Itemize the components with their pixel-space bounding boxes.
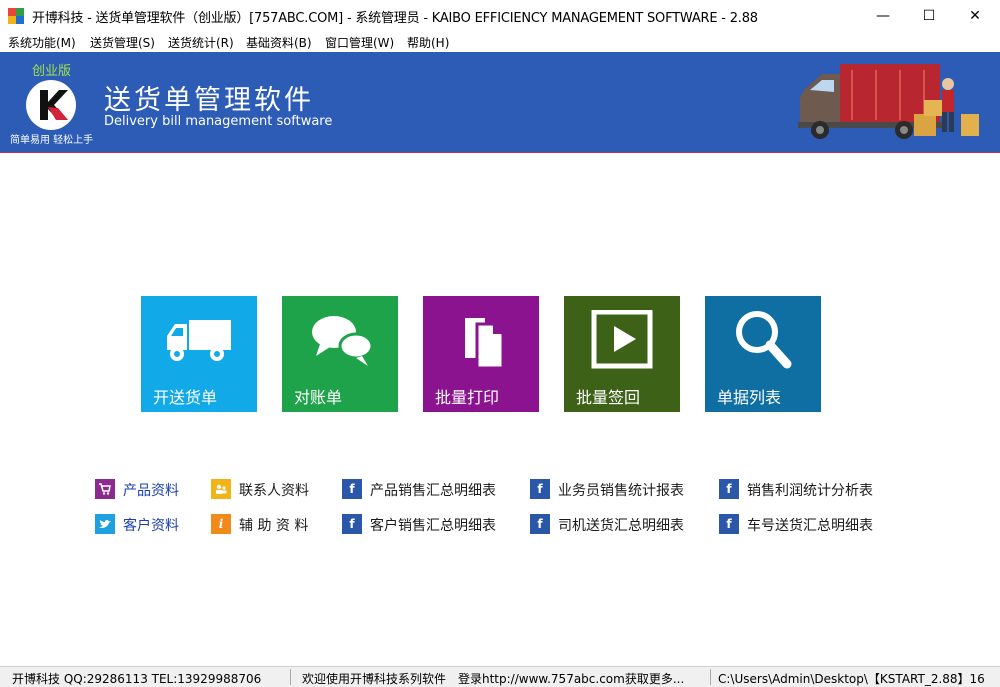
delivery-truck-illustration — [798, 64, 979, 139]
link-label: 客户资料 — [123, 518, 179, 534]
link-label: 产品销售汇总明细表 — [370, 483, 496, 499]
link-product-info[interactable]: 产品资料 — [95, 479, 195, 499]
facebook-icon: f — [342, 479, 362, 499]
header-banner: 创业版 简单易用 轻松上手 送货单管理软件 Delivery bill mana… — [0, 52, 1000, 153]
facebook-icon: f — [719, 514, 739, 534]
twitter-icon — [95, 514, 115, 534]
link-driver-delivery-summary[interactable]: f 司机送货汇总明细表 — [530, 514, 700, 534]
minimize-button[interactable]: — — [860, 0, 906, 31]
close-button[interactable]: ✕ — [952, 0, 998, 31]
status-welcome: 欢迎使用开博科技系列软件 — [302, 672, 447, 686]
link-label: 司机送货汇总明细表 — [558, 518, 684, 534]
menu-basic-data[interactable]: 基础资料(B) — [246, 34, 312, 51]
menu-bar: 系统功能(M) 送货管理(S) 送货统计(R) 基础资料(B) 窗口管理(W) … — [0, 31, 1000, 52]
menu-help[interactable]: 帮助(H) — [407, 34, 449, 51]
tile-batch-print[interactable]: 批量打印 — [423, 296, 539, 412]
slogan: 简单易用 轻松上手 — [10, 135, 94, 146]
banner-title: 送货单管理软件 — [104, 85, 314, 116]
status-divider — [290, 669, 291, 685]
link-vehicle-delivery-summary[interactable]: f 车号送货汇总明细表 — [719, 514, 889, 534]
link-label: 产品资料 — [123, 483, 179, 499]
tile-label: 批量签回 — [576, 388, 641, 407]
tile-label: 批量打印 — [435, 388, 500, 407]
link-product-sales-summary[interactable]: f 产品销售汇总明细表 — [342, 479, 512, 499]
facebook-icon: f — [342, 514, 362, 534]
title-bar: 开博科技 - 送货单管理软件（创业版）[757ABC.COM] - 系统管理员 … — [0, 0, 1000, 31]
menu-system[interactable]: 系统功能(M) — [8, 34, 76, 51]
status-login: 登录http://www.757abc.com获取更多... — [458, 672, 685, 686]
tile-document-list[interactable]: 单据列表 — [705, 296, 821, 412]
window-title: 开博科技 - 送货单管理软件（创业版）[757ABC.COM] - 系统管理员 … — [32, 11, 758, 26]
search-icon — [736, 311, 792, 369]
link-customer-info[interactable]: 客户资料 — [95, 514, 195, 534]
link-auxiliary-data[interactable]: i 辅 助 资 料 — [211, 514, 321, 534]
brand-logo — [26, 80, 76, 130]
app-icon — [8, 8, 24, 24]
tile-batch-signback[interactable]: 批量签回 — [564, 296, 680, 412]
menu-window[interactable]: 窗口管理(W) — [325, 34, 394, 51]
tile-new-delivery[interactable]: 开送货单 — [141, 296, 257, 412]
link-label: 销售利润统计分析表 — [747, 483, 873, 499]
facebook-icon: f — [530, 479, 550, 499]
cart-icon — [95, 479, 115, 499]
tile-label: 对账单 — [294, 388, 343, 407]
link-label: 车号送货汇总明细表 — [747, 518, 873, 534]
link-label: 业务员销售统计报表 — [558, 483, 684, 499]
info-icon: i — [211, 514, 231, 534]
link-customer-sales-summary[interactable]: f 客户销售汇总明细表 — [342, 514, 512, 534]
link-label: 客户销售汇总明细表 — [370, 518, 496, 534]
menu-statistics[interactable]: 送货统计(R) — [168, 34, 234, 51]
chat-bubbles-icon — [312, 316, 374, 366]
menu-delivery[interactable]: 送货管理(S) — [90, 34, 155, 51]
truck-icon — [167, 320, 231, 361]
contacts-icon — [211, 479, 231, 499]
tile-label: 单据列表 — [717, 388, 782, 407]
status-divider — [710, 669, 711, 685]
status-path: C:\Users\Admin\Desktop\【KSTART_2.88】16 — [718, 672, 985, 686]
documents-icon — [465, 318, 505, 370]
link-label: 辅 助 资 料 — [239, 518, 309, 534]
link-label: 联系人资料 — [239, 483, 309, 499]
link-profit-analysis[interactable]: f 销售利润统计分析表 — [719, 479, 889, 499]
link-salesperson-report[interactable]: f 业务员销售统计报表 — [530, 479, 700, 499]
banner-subtitle: Delivery bill management software — [104, 114, 333, 129]
link-contact-info[interactable]: 联系人资料 — [211, 479, 321, 499]
status-company: 开博科技 QQ:29286113 TEL:13929988706 — [12, 672, 262, 686]
tile-label: 开送货单 — [153, 388, 218, 407]
maximize-button[interactable]: ☐ — [906, 0, 952, 31]
play-icon — [591, 310, 653, 369]
facebook-icon: f — [530, 514, 550, 534]
status-bar: 开博科技 QQ:29286113 TEL:13929988706 欢迎使用开博科… — [0, 666, 1000, 687]
k-logo-icon — [40, 90, 68, 120]
facebook-icon: f — [719, 479, 739, 499]
edition-label: 创业版 — [32, 64, 72, 79]
tile-statement[interactable]: 对账单 — [282, 296, 398, 412]
